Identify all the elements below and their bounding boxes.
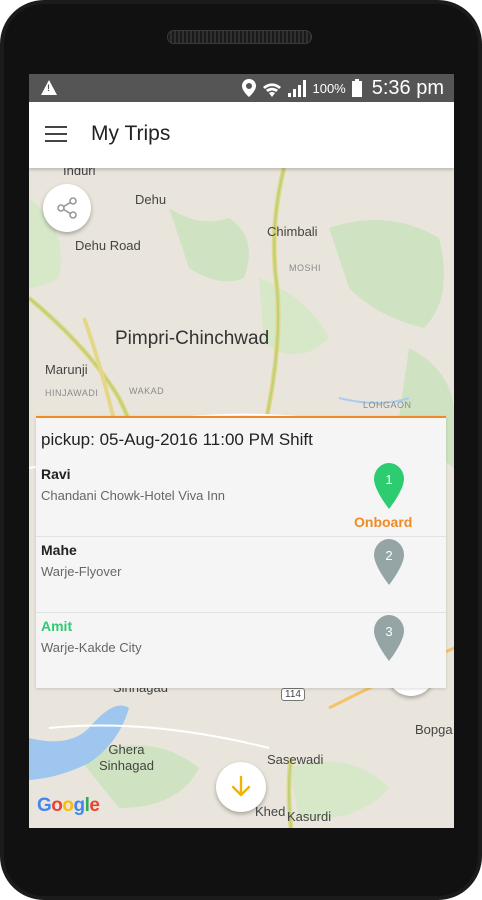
phone-frame: 100% 5:36 pm My Trips <box>0 0 482 900</box>
map-pin-icon: 3 <box>374 615 404 661</box>
clock: 5:36 pm <box>371 76 444 99</box>
map-label-sasewadi: Sasewadi <box>267 752 324 767</box>
signal-icon <box>288 80 307 97</box>
passenger-address: Warje-Kakde City <box>41 640 142 655</box>
warning-icon <box>41 80 57 95</box>
arrow-down-icon <box>231 775 251 797</box>
pickup-header: pickup: 05-Aug-2016 11:00 PM Shift <box>41 430 313 449</box>
map-label-marunji: Marunji <box>45 362 88 377</box>
share-button[interactable] <box>43 184 91 232</box>
battery-icon <box>351 79 362 97</box>
battery-percentage: 100% <box>312 80 346 96</box>
status-badge: Onboard <box>354 514 413 530</box>
passenger-row-3[interactable]: Amit Warje-Kakde City 3 <box>36 614 446 690</box>
svg-text:2: 2 <box>385 548 392 563</box>
passenger-name: Ravi <box>41 466 71 482</box>
svg-text:1: 1 <box>385 472 392 487</box>
passenger-name: Mahe <box>41 542 77 558</box>
share-icon <box>57 197 77 219</box>
wifi-icon <box>263 83 282 97</box>
map-label-chimbali: Chimbali <box>267 224 318 239</box>
trip-card: pickup: 05-Aug-2016 11:00 PM Shift Ravi … <box>36 416 446 688</box>
screen: 100% 5:36 pm My Trips <box>29 74 454 828</box>
status-bar: 100% 5:36 pm <box>29 74 454 102</box>
expand-down-button[interactable] <box>216 762 266 812</box>
row-divider <box>36 536 446 537</box>
passenger-address: Chandani Chowk-Hotel Viva Inn <box>41 488 226 503</box>
passenger-row-1[interactable]: Ravi Chandani Chowk-Hotel Viva Inn 1 Onb… <box>36 462 446 538</box>
earpiece-speaker <box>167 30 312 44</box>
map-label-lohgaon: LOHGAON <box>363 400 412 410</box>
map-label-moshi: MOSHI <box>289 263 322 273</box>
location-icon <box>242 79 257 97</box>
map-pin-icon: 2 <box>374 539 404 585</box>
row-divider <box>36 612 446 613</box>
map-label-kasurdi: Kasurdi <box>287 809 332 824</box>
map-label-wakad: WAKAD <box>129 386 165 396</box>
passenger-name: Amit <box>41 618 73 634</box>
passenger-address: Warje-Flyover <box>41 564 122 579</box>
map-label-bopga: Bopga <box>415 722 453 737</box>
map-label-pimpri-chinchwad: Pimpri-Chinchwad <box>115 328 270 349</box>
map-label-khed: Khed <box>255 804 286 819</box>
map-label-dehu: Dehu <box>135 192 167 207</box>
map-pin-icon: 1 <box>374 463 404 509</box>
google-logo: Google <box>37 795 100 816</box>
map-label-dehu-road: Dehu Road <box>75 238 141 253</box>
app-toolbar: My Trips <box>29 102 454 168</box>
menu-icon[interactable] <box>45 126 67 144</box>
svg-text:3: 3 <box>385 624 392 639</box>
page-title: My Trips <box>91 122 171 145</box>
map-label-ghera-sinhagad: Ghera Sinhagad <box>99 742 154 773</box>
passenger-row-2[interactable]: Mahe Warje-Flyover 2 <box>36 538 446 614</box>
map-label-hinjawadi: HINJAWADI <box>45 388 99 398</box>
